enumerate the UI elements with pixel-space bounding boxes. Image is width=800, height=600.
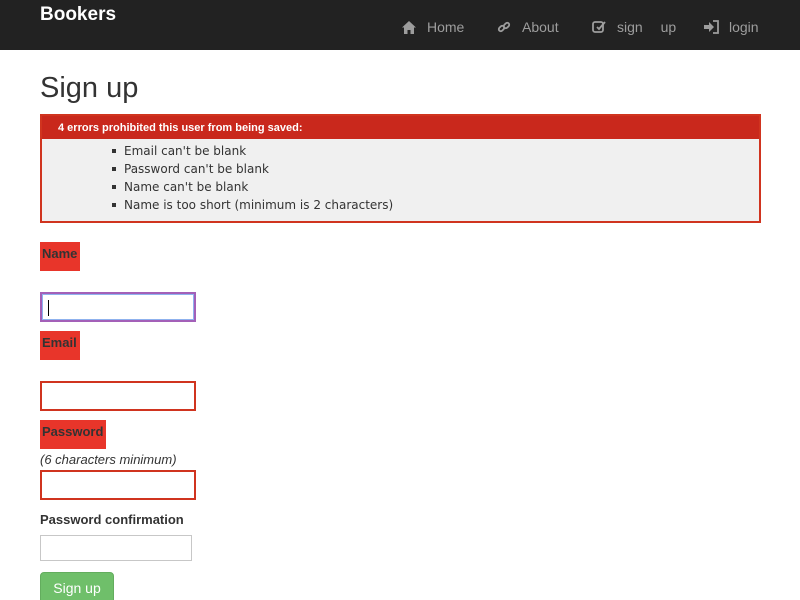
error-explanation: 4 errors prohibited this user from being… <box>40 114 761 223</box>
error-header: 4 errors prohibited this user from being… <box>42 116 759 139</box>
nav-item-label: Home <box>427 19 465 35</box>
error-list: Email can't be blank Password can't be b… <box>42 142 759 214</box>
password-hint: (6 characters minimum) <box>40 452 177 467</box>
error-message: Email can't be blank <box>112 142 759 160</box>
password-label: Password <box>40 420 107 449</box>
nav-item-label: About <box>522 19 559 35</box>
sign-up-button[interactable]: Sign up <box>40 572 114 600</box>
text-cursor <box>48 300 49 316</box>
brand-logo[interactable]: Bookers <box>40 3 116 27</box>
nav-item-login[interactable]: login <box>703 16 759 38</box>
nav-item-home[interactable]: Home <box>401 16 464 38</box>
login-icon <box>703 19 719 35</box>
page-title: Sign up <box>40 72 139 104</box>
name-field[interactable] <box>40 292 196 322</box>
nav-item-about[interactable]: About <box>496 16 559 38</box>
name-label: Name <box>40 242 81 271</box>
home-icon <box>401 19 417 35</box>
password-confirmation-field[interactable] <box>40 535 192 561</box>
email-label: Email <box>40 331 80 360</box>
password-confirmation-label: Password confirmation <box>40 512 184 527</box>
navbar: Bookers Home About sign up login <box>0 0 800 50</box>
link-icon <box>496 19 512 35</box>
error-message: Name can't be blank <box>112 178 759 196</box>
nav-item-label: login <box>729 19 759 35</box>
edit-icon <box>591 19 607 35</box>
password-field[interactable] <box>40 470 196 500</box>
nav-item-sign-up[interactable]: sign up <box>591 16 676 38</box>
error-message: Name is too short (minimum is 2 characte… <box>112 196 759 214</box>
nav-item-label: sign up <box>617 19 677 35</box>
email-field[interactable] <box>40 381 196 411</box>
error-message: Password can't be blank <box>112 160 759 178</box>
